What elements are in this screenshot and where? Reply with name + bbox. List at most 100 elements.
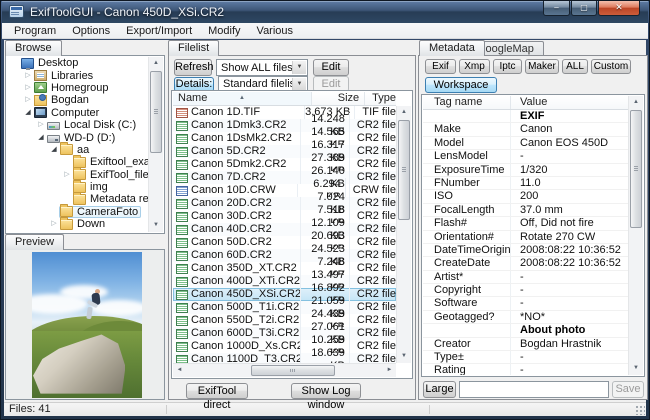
scroll-up-icon[interactable]: ▲	[149, 57, 163, 70]
file-row[interactable]: Canon 1D.TIF 3.673 KB TIF file	[173, 106, 396, 119]
filelist-hscroll-thumb[interactable]	[251, 365, 335, 376]
preview-photo[interactable]	[32, 252, 142, 398]
large-button[interactable]: Large	[423, 381, 456, 398]
title-bar[interactable]: ExifToolGUI - Canon 450D_XSi.CR2 – ▢ ✕	[2, 1, 648, 23]
refresh-button[interactable]: Refresh	[174, 59, 214, 76]
metadata-row[interactable]: FocalLength 37.0 mm	[423, 203, 628, 218]
minimize-button[interactable]: –	[543, 1, 570, 16]
metadata-row[interactable]: CreateDate 2008:08:22 10:36:52	[423, 257, 628, 271]
all-button[interactable]: ALL	[562, 59, 588, 74]
metadata-row[interactable]: Make Canon	[423, 123, 628, 137]
expand-arrow-icon[interactable]: ▷	[36, 120, 46, 130]
file-row[interactable]: Canon 5D.CR2 16.317 KB CR2 file	[173, 138, 396, 165]
tree-scroll-thumb[interactable]	[150, 71, 162, 153]
filelist-scrollbar[interactable]: ▲ ▼	[396, 106, 411, 363]
metadata-row[interactable]: Software -	[423, 297, 628, 311]
metadata-scroll-thumb[interactable]	[630, 110, 642, 228]
metadata-table-header[interactable]: Tag name Value	[423, 96, 628, 110]
tab-preview[interactable]: Preview	[5, 234, 65, 250]
exiftool-direct-button[interactable]: ExifTool direct	[186, 383, 248, 411]
metadata-row[interactable]: ExposureTime 1/320	[423, 163, 628, 177]
show-log-window-button[interactable]: Show Log window	[291, 383, 361, 411]
menu-various[interactable]: Various	[249, 24, 301, 38]
tree-item[interactable]: ▷ Bogdan	[7, 93, 148, 106]
file-row[interactable]: Canon 1100D_T3.CR218.639 KB CR2 file	[173, 346, 396, 363]
metadata-row[interactable]: ISO 200	[423, 190, 628, 204]
expand-arrow-icon[interactable]: ▷	[23, 83, 33, 93]
metadata-row[interactable]: Orientation# Rotate 270 CW	[423, 230, 628, 244]
menu-options[interactable]: Options	[64, 24, 118, 38]
metadata-edit-input[interactable]	[459, 381, 609, 398]
expand-arrow-icon[interactable]: ▷	[49, 219, 59, 229]
tab-browse[interactable]: Browse	[5, 40, 62, 56]
file-row[interactable]: Canon 40D.CR2 12.109 KB CR2 file	[173, 216, 396, 243]
workspace-button[interactable]: Workspace	[425, 77, 497, 93]
maker-button[interactable]: Maker	[525, 59, 559, 74]
scroll-up-icon[interactable]: ▲	[629, 96, 643, 109]
scroll-down-icon[interactable]: ▼	[629, 362, 643, 375]
tree-item[interactable]: CameraFoto	[7, 204, 148, 218]
tree-item[interactable]: ▷ Homegroup	[7, 82, 148, 94]
column-header-name[interactable]: Name ▲	[173, 92, 312, 105]
column-header-type[interactable]: Type	[365, 92, 396, 105]
metadata-row[interactable]: Rating -	[423, 364, 628, 375]
file-row[interactable]: Canon 500D_T1i.CR2 21.059 KB CR2 file	[173, 294, 396, 321]
scroll-left-icon[interactable]: ◄	[173, 364, 186, 377]
metadata-row[interactable]: Flash# Off, Did not fire	[423, 217, 628, 231]
edit-filter-button[interactable]: Edit	[313, 59, 349, 76]
expand-arrow-icon[interactable]: ◢	[36, 133, 46, 143]
column-header-tagname[interactable]: Tag name	[423, 96, 511, 109]
file-row[interactable]: Canon 450D_XSi.CR216.892 KBCR2 file	[173, 281, 396, 308]
xmp-button[interactable]: Xmp	[459, 59, 490, 74]
metadata-row[interactable]: Type± -	[423, 351, 628, 365]
metadata-row[interactable]: Artist* -	[423, 270, 628, 285]
tree-item[interactable]: ▷ Down	[7, 216, 148, 230]
chevron-down-icon[interactable]: ▼	[292, 61, 306, 74]
metadata-row[interactable]: LensModel -	[423, 150, 628, 164]
tab-metadata[interactable]: Metadata	[419, 40, 485, 56]
menu-export-import[interactable]: Export/Import	[118, 24, 200, 38]
maximize-button[interactable]: ▢	[571, 1, 597, 16]
tree-item[interactable]: ▷ Libraries	[7, 69, 148, 82]
file-row[interactable]: Canon 50D.CR220.693 KBCR2 file	[173, 229, 396, 256]
metadata-row[interactable]: FNumber 11.0	[423, 176, 628, 191]
column-header-size[interactable]: Size	[312, 92, 366, 105]
menu-program[interactable]: Program	[6, 24, 64, 38]
tree-item[interactable]: ▷ Local Disk (C:)	[7, 119, 148, 131]
metadata-row[interactable]: DateTimeOriginal 2008:08:22 10:36:52	[423, 243, 628, 258]
metadata-row[interactable]: Copyright -	[423, 284, 628, 298]
metadata-scrollbar[interactable]: ▲ ▼	[628, 96, 643, 375]
close-button[interactable]: ✕	[598, 1, 640, 16]
expand-arrow-icon[interactable]: ▷	[23, 71, 33, 81]
file-row[interactable]: Canon 350D_XT.CR27.248 KBCR2 file	[173, 255, 396, 282]
chevron-down-icon[interactable]: ▼	[292, 78, 306, 90]
file-row[interactable]: Canon 1DsMk2.CR214.565 KBCR2 file	[173, 125, 396, 152]
metadata-section-row[interactable]: About photo	[423, 324, 628, 338]
menu-modify[interactable]: Modify	[200, 24, 248, 38]
file-row[interactable]: Canon 20D.CR2 7.024 KB CR2 file	[173, 190, 396, 217]
exif-button[interactable]: Exif	[425, 59, 456, 74]
tree-item[interactable]: ◢ Computer	[7, 107, 148, 119]
scroll-up-icon[interactable]: ▲	[397, 106, 411, 119]
expand-arrow-icon[interactable]: ◢	[23, 108, 33, 118]
filelist-hscrollbar[interactable]: ◄ ►	[173, 363, 396, 377]
file-row[interactable]: Canon 60D.CR2 24.523 KB CR2 file	[173, 242, 396, 269]
file-row[interactable]: Canon 400D_XTi.CR213.497 KBCR2 file	[173, 268, 396, 295]
tree-item[interactable]: Desktop	[7, 57, 148, 70]
tab-filelist[interactable]: Filelist	[168, 40, 220, 56]
custom-button[interactable]: Custom	[591, 59, 631, 74]
metadata-row[interactable]: Creator Bogdan Hrastnik	[423, 337, 628, 352]
file-row[interactable]: Canon 5Dmk2.CR227.389 KBCR2 file	[173, 151, 396, 178]
expand-arrow-icon[interactable]: ▷	[62, 170, 72, 180]
file-list-header[interactable]: Name ▲ Size Type	[173, 92, 396, 106]
expand-arrow-icon[interactable]: ◢	[49, 145, 59, 155]
file-filter-combo[interactable]: Show ALL files ▼	[216, 59, 308, 76]
file-row[interactable]: Canon 600D_T3i.CR2 27.061 KB CR2 file	[173, 320, 396, 347]
file-row[interactable]: Canon 30D.CR27.518 KBCR2 file	[173, 203, 396, 230]
expand-arrow-icon[interactable]: ▷	[23, 95, 33, 105]
tree-item[interactable]: Metadata reference	[7, 191, 148, 205]
file-row[interactable]: Canon 1000D_Xs.CR210.259 KBCR2 file	[173, 333, 396, 360]
tree-scrollbar[interactable]: ▲ ▼	[148, 57, 163, 232]
iptc-button[interactable]: Iptc	[493, 59, 522, 74]
scroll-down-icon[interactable]: ▼	[149, 219, 163, 232]
